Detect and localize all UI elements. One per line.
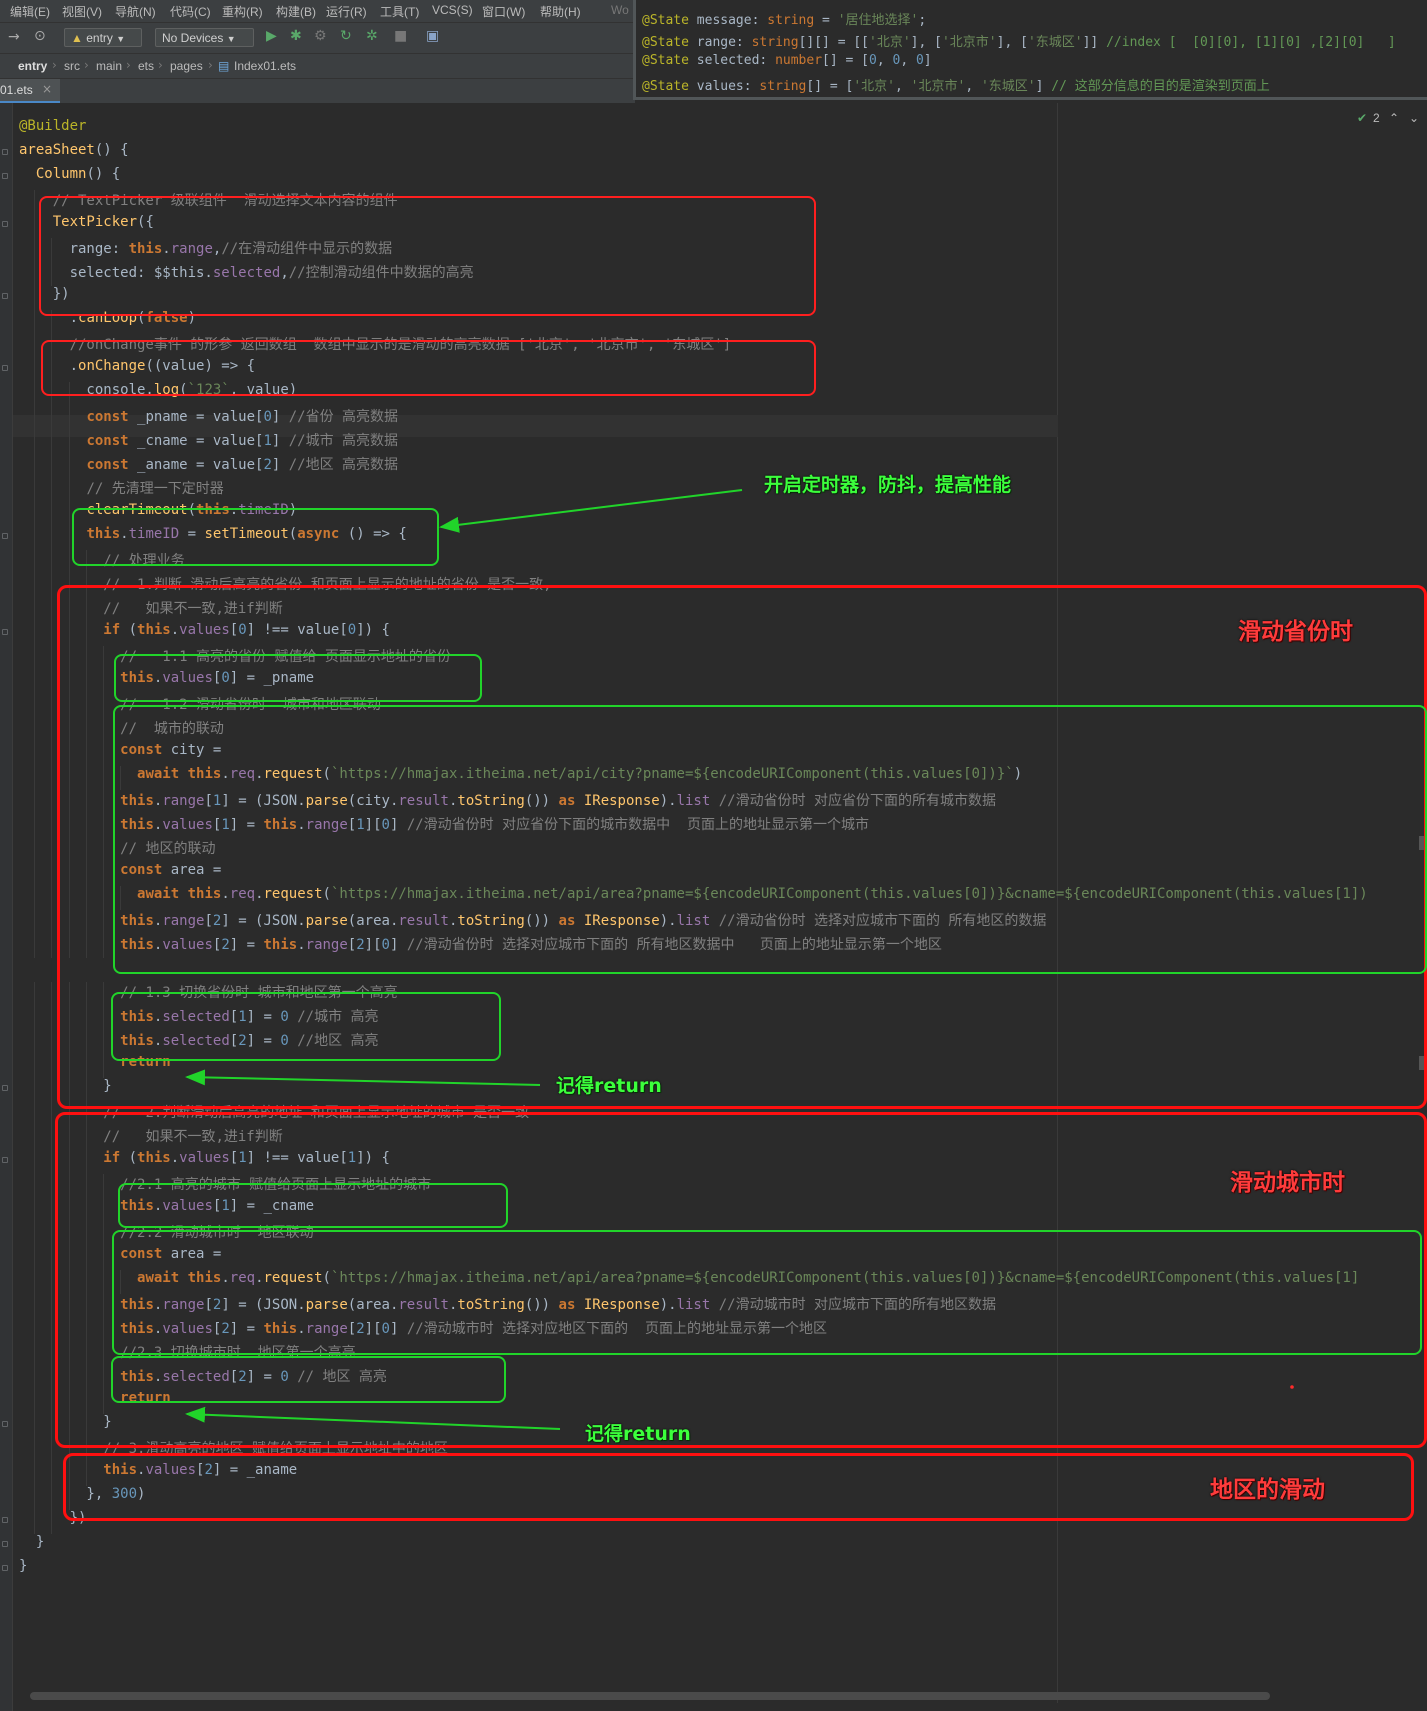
red-dot: [1290, 1385, 1294, 1389]
scrollbar-marker: [1419, 836, 1424, 850]
debounce-arrow: [439, 489, 743, 533]
annotation-arrows: [185, 489, 1294, 1430]
horizontal-scrollbar[interactable]: [30, 1692, 1270, 1700]
debounce-note: 开启定时器，防抖，提高性能: [764, 474, 1012, 496]
return-note-1: 记得return: [556, 1075, 662, 1097]
city-note: 滑动城市时: [1230, 1170, 1345, 1196]
scrollbar-marker: [1419, 1056, 1424, 1070]
district-note: 地区的滑动: [1210, 1477, 1325, 1503]
return2-arrow: [185, 1406, 561, 1430]
return1-arrow: [185, 1069, 541, 1086]
return-note-2: 记得return: [585, 1423, 691, 1445]
province-note: 滑动省份时: [1238, 619, 1353, 645]
